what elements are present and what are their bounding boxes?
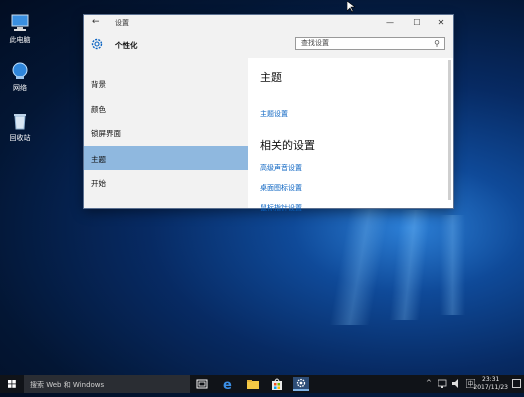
sidebar-item-label: 开始 <box>91 179 106 188</box>
desktop-icon-label: 网络 <box>13 84 27 92</box>
volume-icon[interactable] <box>452 379 461 388</box>
desktop-icon-settings-link[interactable]: 桌面图标设置 <box>260 183 302 193</box>
content-pane: 主题 主题设置 相关的设置 高级声音设置 桌面图标设置 鼠标指针设置 <box>248 58 453 212</box>
clock-date: 2017/11/23 <box>473 384 508 391</box>
mouse-cursor-icon <box>347 1 355 13</box>
computer-icon <box>10 14 30 32</box>
advanced-sound-settings-link[interactable]: 高级声音设置 <box>260 163 302 173</box>
network-status-icon[interactable] <box>438 379 447 388</box>
minimize-button[interactable]: — <box>380 16 400 30</box>
windows-logo-icon <box>8 380 16 388</box>
sidebar-item-label: 锁屏界面 <box>91 129 121 138</box>
file-explorer-icon[interactable] <box>245 377 261 391</box>
theme-settings-link[interactable]: 主题设置 <box>260 109 288 119</box>
clock-time: 23:31 <box>482 376 500 383</box>
gear-icon <box>91 38 103 50</box>
maximize-button[interactable]: ☐ <box>407 16 427 30</box>
sidebar-item-background[interactable]: 背景 <box>84 71 248 95</box>
window-title: 设置 <box>115 19 129 27</box>
wallpaper-beam <box>440 215 465 315</box>
sidebar-item-label: 主题 <box>91 155 106 164</box>
sidebar-item-label: 背景 <box>91 80 106 89</box>
taskbar-search-placeholder: 搜索 Web 和 Windows <box>30 381 105 389</box>
wallpaper-beam <box>389 210 431 320</box>
system-clock[interactable]: 23:31 2017/11/23 <box>473 376 508 392</box>
task-view-icon[interactable] <box>194 377 210 391</box>
desktop-icon-label: 此电脑 <box>9 36 31 44</box>
taskbar: 搜索 Web 和 Windows e ^ 中 23:31 2017/11/23 <box>0 375 524 393</box>
network-icon <box>10 62 30 80</box>
sidebar-item-themes[interactable]: 主题 <box>84 146 248 170</box>
wallpaper-beam <box>329 205 391 325</box>
page-title: 个性化 <box>115 41 138 50</box>
notification-center-icon[interactable] <box>512 379 521 388</box>
svg-text:e: e <box>223 378 232 391</box>
related-settings-heading: 相关的设置 <box>260 139 315 152</box>
search-icon[interactable]: ⚲ <box>434 39 440 48</box>
back-arrow-icon[interactable]: ← <box>92 17 100 27</box>
start-button[interactable] <box>0 375 24 393</box>
taskbar-search-box[interactable]: 搜索 Web 和 Windows <box>24 375 190 393</box>
settings-header: 个性化 ⚲ <box>84 32 453 58</box>
section-heading: 主题 <box>260 71 282 84</box>
sidebar-item-lock-screen[interactable]: 锁屏界面 <box>84 120 248 144</box>
store-icon[interactable] <box>269 377 285 391</box>
settings-icon[interactable] <box>293 377 309 391</box>
search-input[interactable] <box>301 39 426 47</box>
search-box[interactable]: ⚲ <box>295 37 445 50</box>
sidebar-item-colors[interactable]: 颜色 <box>84 96 248 120</box>
desktop-icon-recycle-bin[interactable]: 回收站 <box>0 112 40 143</box>
edge-icon[interactable]: e <box>220 377 236 393</box>
sidebar: 背景 颜色 锁屏界面 主题 开始 <box>84 58 248 208</box>
desktop-icon-network[interactable]: 网络 <box>0 62 40 93</box>
desktop-icon-label: 回收站 <box>9 134 31 142</box>
scrollbar[interactable] <box>448 60 451 200</box>
sidebar-item-label: 颜色 <box>91 105 106 114</box>
show-hidden-icons-icon[interactable]: ^ <box>426 379 432 387</box>
mouse-pointer-settings-link[interactable]: 鼠标指针设置 <box>260 203 302 213</box>
recycle-bin-icon <box>10 112 30 130</box>
close-button[interactable]: ✕ <box>431 16 451 30</box>
sidebar-item-start[interactable]: 开始 <box>84 170 248 194</box>
settings-window: ← 设置 — ☐ ✕ 个性化 ⚲ 背景 颜色 锁屏界面 主题 开始 主题 主题设… <box>84 15 453 212</box>
title-bar: ← 设置 — ☐ ✕ <box>84 15 453 32</box>
desktop-icon-this-pc[interactable]: 此电脑 <box>0 14 40 45</box>
